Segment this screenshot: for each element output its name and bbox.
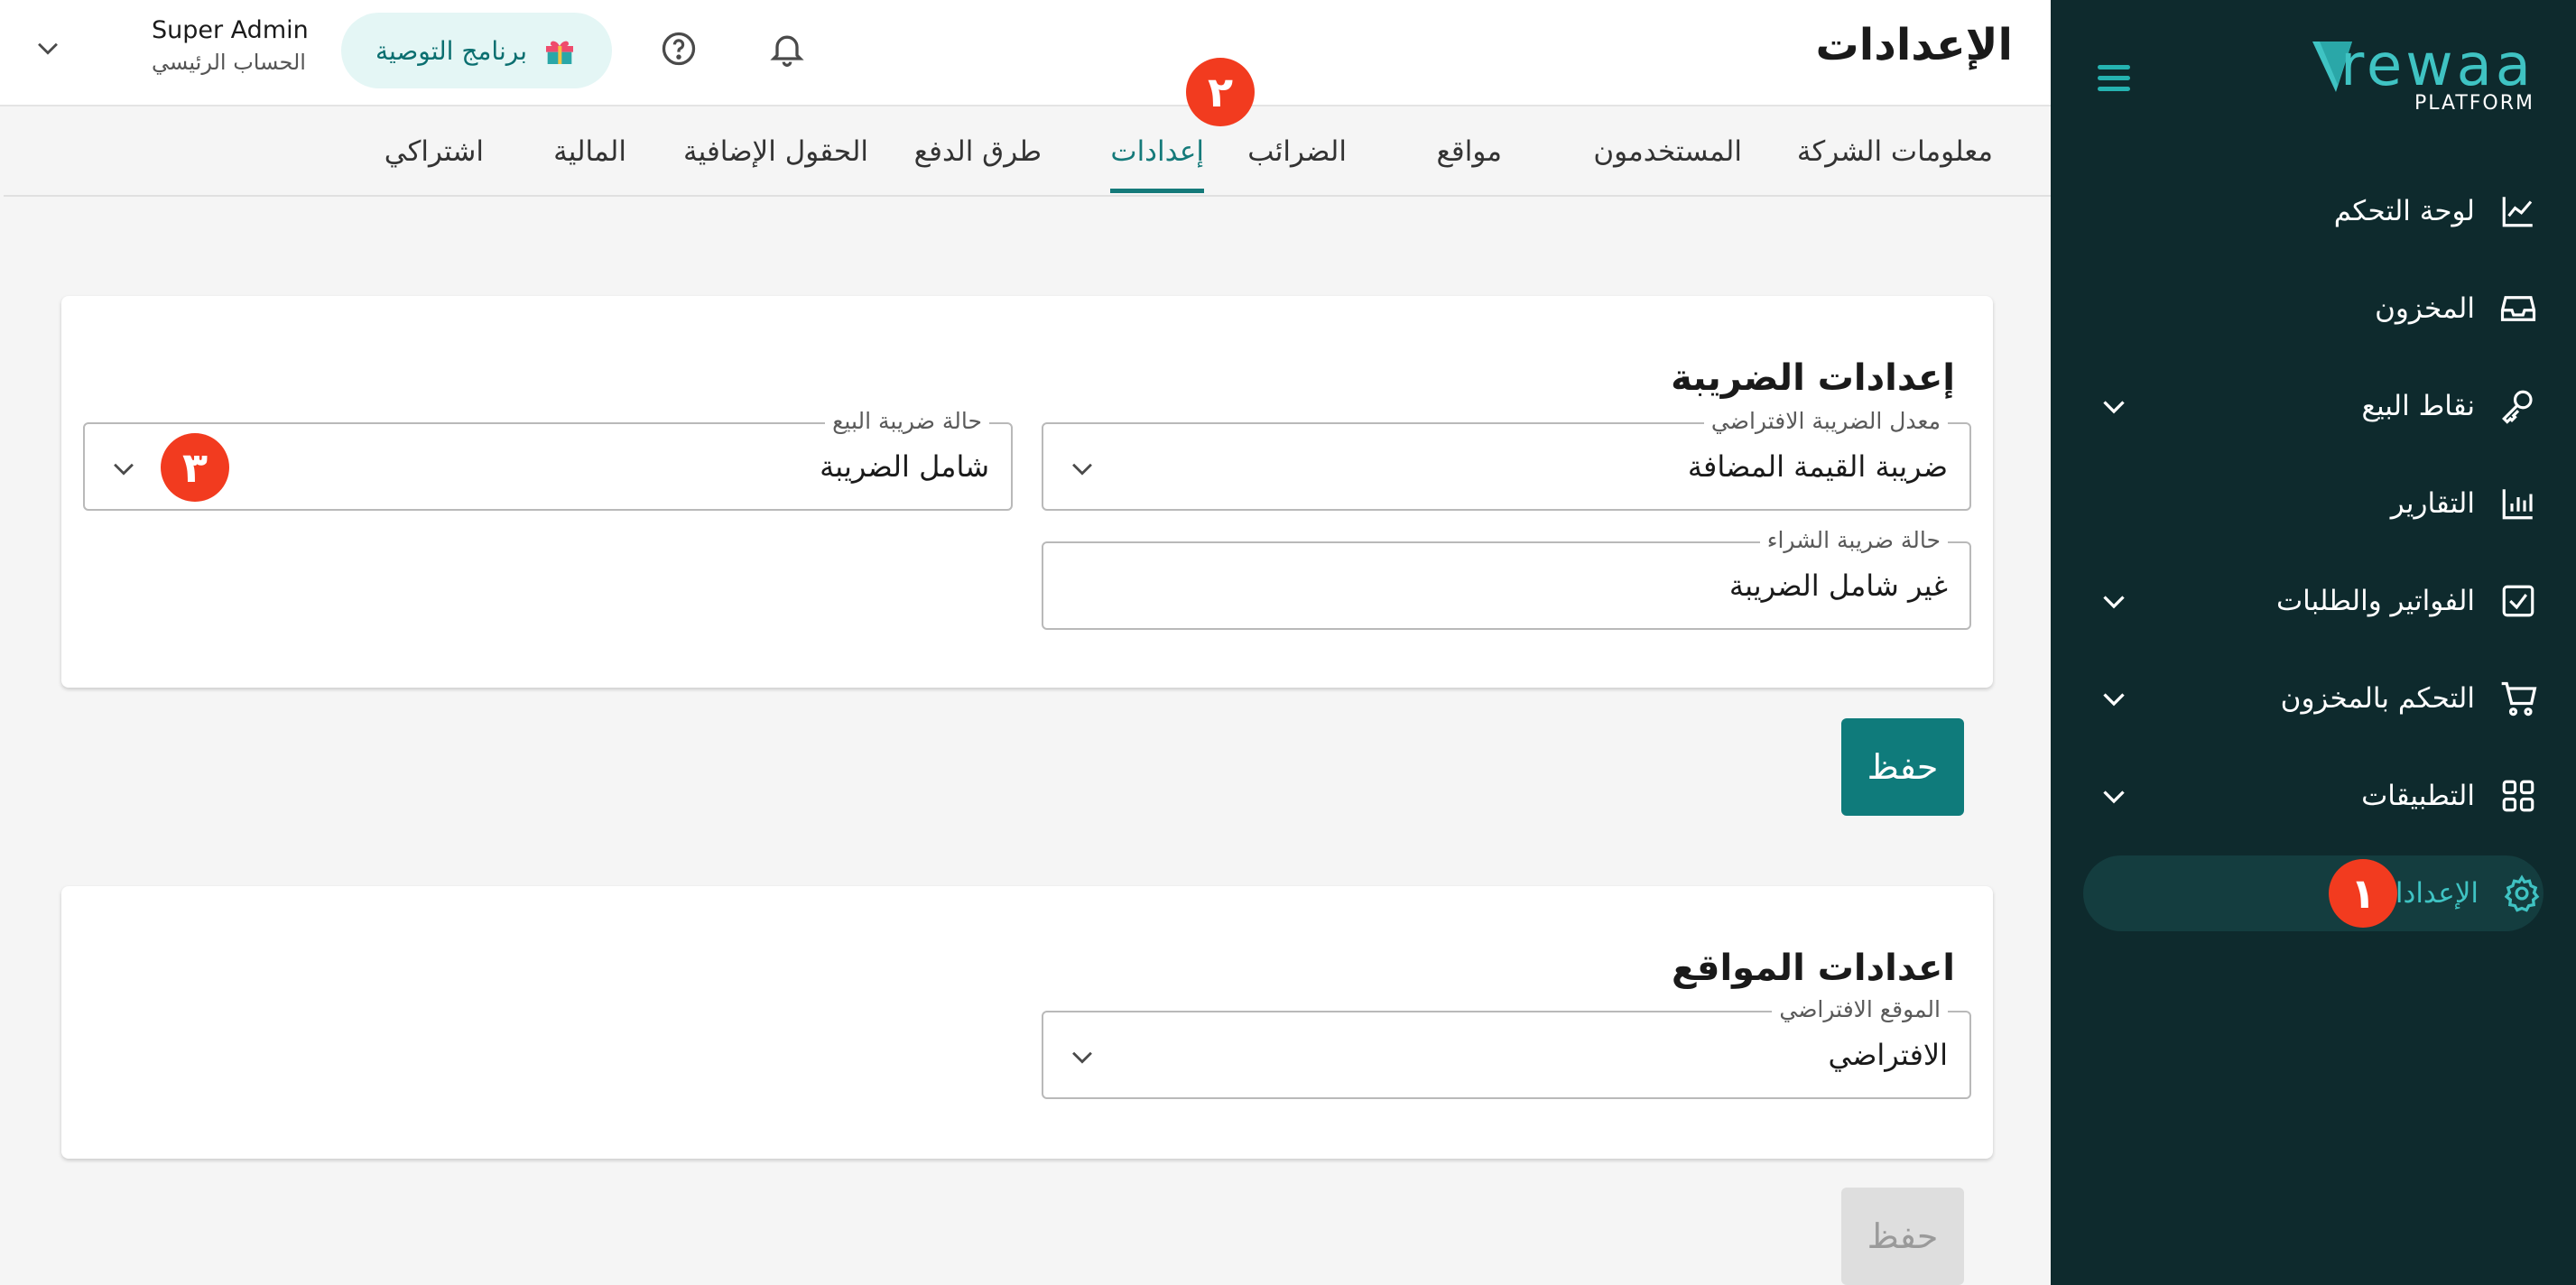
bar-chart-icon: [2497, 482, 2540, 525]
tab-payment-methods[interactable]: طرق الدفع: [914, 135, 1042, 193]
sidebar-item-label: التطبيقات: [2361, 780, 2475, 812]
sidebar-item-label: نقاط البيع: [2361, 390, 2475, 422]
tab-taxes[interactable]: الضرائب: [1247, 135, 1347, 193]
user-menu[interactable]: Super Admin الحساب الرئيسي: [152, 16, 309, 75]
menu-toggle-icon[interactable]: [2098, 65, 2130, 92]
purchase-tax-status-field[interactable]: حالة ضريبة الشراء غير شامل الضريبة: [1042, 527, 1971, 630]
field-value: الافتراضي: [1828, 1038, 1948, 1072]
field-value: غير شامل الضريبة: [1728, 569, 1948, 603]
grid-icon: [2497, 774, 2540, 818]
tab-locations[interactable]: مواقع: [1436, 135, 1502, 193]
sidebar-item-label: التقارير: [2390, 487, 2475, 520]
save-location-settings-button[interactable]: حفظ: [1841, 1188, 1964, 1285]
chart-line-icon: [2497, 190, 2540, 233]
field-value: شامل الضريبة: [820, 449, 989, 484]
chevron-down-icon[interactable]: [32, 32, 63, 63]
sidebar-item-settings[interactable]: الإعدادات: [2083, 855, 2544, 931]
tax-settings-title: إعدادات الضريبة: [1671, 357, 1955, 399]
sidebar: rewaa PLATFORM لوحة التحكم المخزون نقاط …: [2051, 0, 2576, 1285]
gear-icon: [2500, 872, 2544, 915]
sidebar-item-label: التحكم بالمخزون: [2280, 682, 2475, 715]
checkbox-icon: [2497, 579, 2540, 623]
field-label: الموقع الافتراضي: [1772, 996, 1948, 1022]
user-name: Super Admin: [152, 16, 309, 44]
field-label: حالة ضريبة الشراء: [1759, 527, 1948, 553]
bell-icon[interactable]: [767, 29, 807, 69]
chevron-down-icon[interactable]: [2098, 585, 2130, 617]
tab-custom-fields[interactable]: الحقول الإضافية: [683, 135, 868, 193]
chevron-down-icon: [1072, 463, 1092, 476]
help-icon[interactable]: [659, 29, 699, 69]
chevron-down-icon: [1072, 1051, 1092, 1064]
default-location-select[interactable]: الموقع الافتراضي الافتراضي: [1042, 996, 1971, 1099]
sidebar-item-apps[interactable]: التطبيقات: [2087, 758, 2540, 834]
tab-finance[interactable]: المالية: [553, 135, 626, 193]
key-icon: [2497, 384, 2540, 428]
settings-tabs: معلومات الشركة المستخدمون مواقع الضرائب …: [4, 108, 2051, 197]
tab-users[interactable]: المستخدمون: [1593, 135, 1742, 193]
sidebar-item-label: المخزون: [2375, 292, 2475, 325]
sidebar-item-reports[interactable]: التقارير: [2087, 466, 2540, 541]
chevron-down-icon[interactable]: [2098, 390, 2130, 422]
page-title: الإعدادات: [1815, 20, 2013, 70]
location-settings-title: اعدادات المواقع: [1671, 948, 1955, 989]
referral-program-button[interactable]: برنامج التوصية: [341, 13, 612, 88]
location-settings-card: اعدادات المواقع الموقع الافتراضي الافترا…: [61, 886, 1993, 1159]
referral-label: برنامج التوصية: [375, 35, 527, 66]
step-badge-1: ١: [2329, 859, 2397, 928]
tab-settings[interactable]: إعدادات: [1110, 135, 1204, 193]
gift-icon: [546, 41, 573, 64]
sidebar-item-pos[interactable]: نقاط البيع: [2087, 368, 2540, 444]
top-bar: الإعدادات برنامج التوصية Super Admin الح…: [0, 0, 2051, 106]
sidebar-item-stock-control[interactable]: التحكم بالمخزون: [2087, 661, 2540, 736]
sidebar-item-invoices[interactable]: الفواتير والطلبات: [2087, 563, 2540, 639]
sidebar-item-label: لوحة التحكم: [2333, 195, 2475, 227]
step-badge-3: ٣: [161, 433, 229, 502]
sidebar-item-inventory[interactable]: المخزون: [2087, 271, 2540, 347]
logo-subtitle: PLATFORM: [2414, 92, 2534, 115]
field-value: ضريبة القيمة المضافة: [1687, 449, 1948, 484]
chevron-down-icon[interactable]: [2098, 780, 2130, 812]
sidebar-item-label: الفواتير والطلبات: [2275, 585, 2475, 617]
sidebar-item-dashboard[interactable]: لوحة التحكم: [2087, 173, 2540, 249]
tax-settings-card: إعدادات الضريبة معدل الضريبة الافتراضي ض…: [61, 296, 1993, 688]
tab-company-info[interactable]: معلومات الشركة: [1797, 135, 1993, 193]
field-label: حالة ضريبة البيع: [825, 408, 989, 434]
chevron-down-icon: [114, 463, 134, 476]
save-tax-settings-button[interactable]: حفظ: [1841, 718, 1964, 816]
step-badge-2: ٢: [1186, 58, 1255, 126]
chevron-down-icon[interactable]: [2098, 682, 2130, 715]
default-tax-rate-select[interactable]: معدل الضريبة الافتراضي ضريبة القيمة المض…: [1042, 408, 1971, 511]
cart-icon: [2497, 677, 2540, 720]
user-role: الحساب الرئيسي: [152, 50, 306, 75]
field-label: معدل الضريبة الافتراضي: [1703, 408, 1948, 434]
inbox-icon: [2497, 287, 2540, 330]
tab-subscription[interactable]: اشتراكي: [385, 135, 484, 193]
rewaa-logo[interactable]: rewaa PLATFORM: [2300, 31, 2534, 121]
logo-wordmark: rewaa: [2340, 32, 2534, 99]
